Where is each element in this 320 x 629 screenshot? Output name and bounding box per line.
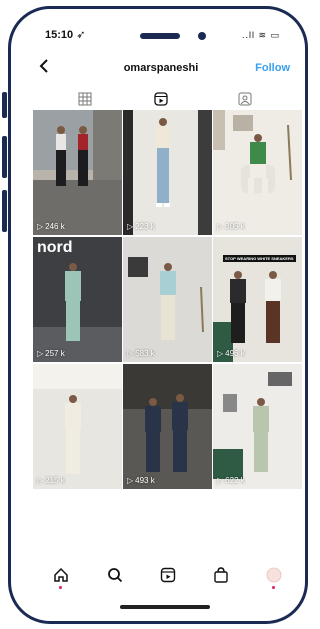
play-icon: ▷ bbox=[37, 349, 44, 358]
reel-views-count: 246 k bbox=[45, 222, 65, 231]
reel-thumbnail[interactable]: STOP WEARING WHITE SNEAKERS ▷ 496 k bbox=[213, 237, 302, 362]
reels-icon bbox=[154, 92, 168, 106]
reel-views: ▷ 246 k bbox=[37, 222, 65, 231]
home-indicator bbox=[120, 605, 210, 609]
play-icon: ▷ bbox=[37, 476, 44, 485]
reel-views-count: 215 k bbox=[45, 476, 65, 485]
dynamic-island bbox=[140, 33, 180, 39]
reel-views-count: 223 k bbox=[135, 222, 155, 231]
reel-views: ▷ 215 k bbox=[37, 476, 65, 485]
reel-thumbnail[interactable]: ▷ 223 k bbox=[123, 110, 212, 235]
reel-views-count: 493 k bbox=[135, 476, 155, 485]
reel-views-count: 583 k bbox=[135, 349, 155, 358]
status-time: 15:10 ➶ bbox=[45, 29, 86, 41]
profile-avatar-icon bbox=[266, 567, 282, 583]
grid-icon bbox=[78, 92, 92, 106]
reel-views: ▷ 496 k bbox=[217, 349, 245, 358]
nav-home[interactable] bbox=[50, 564, 72, 589]
reel-views-count: 622 k bbox=[225, 476, 245, 485]
phone-side-button bbox=[2, 92, 7, 118]
reel-views: ▷ 583 k bbox=[127, 349, 155, 358]
phone-screen: 15:10 ➶ ..ll ≋ ▭ omarspaneshi Follow ▷ 2… bbox=[20, 18, 302, 618]
play-icon: ▷ bbox=[37, 222, 44, 231]
shop-icon bbox=[214, 567, 228, 583]
reel-views: ▷ 305 k bbox=[217, 222, 245, 231]
tagged-icon bbox=[238, 92, 252, 106]
play-icon: ▷ bbox=[127, 476, 134, 485]
play-icon: ▷ bbox=[127, 349, 134, 358]
status-icons: ..ll ≋ ▭ bbox=[241, 30, 280, 40]
reel-views-count: 257 k bbox=[45, 349, 65, 358]
play-icon: ▷ bbox=[127, 222, 134, 231]
profile-header: omarspaneshi Follow bbox=[20, 58, 302, 80]
reel-views: ▷ 493 k bbox=[127, 476, 155, 485]
reel-thumbnail[interactable]: ▷ 305 k bbox=[213, 110, 302, 235]
reel-thumbnail[interactable]: ▷ 246 k bbox=[33, 110, 122, 235]
camera-dot bbox=[198, 32, 206, 40]
play-icon: ▷ bbox=[217, 476, 224, 485]
reel-thumbnail[interactable]: ▷ 215 k bbox=[33, 364, 122, 489]
reels-icon bbox=[160, 567, 176, 583]
home-icon bbox=[54, 567, 68, 582]
reel-views: ▷ 257 k bbox=[37, 349, 65, 358]
reel-thumbnail[interactable]: ▷ 493 k bbox=[123, 364, 212, 489]
nav-reels[interactable] bbox=[157, 564, 179, 586]
profile-tabs bbox=[20, 88, 302, 111]
reel-views-count: 496 k bbox=[225, 349, 245, 358]
reel-thumbnail[interactable]: nord ▷ 257 k bbox=[33, 237, 122, 362]
play-icon: ▷ bbox=[217, 222, 224, 231]
reel-thumbnail[interactable]: ▷ 583 k bbox=[123, 237, 212, 362]
reel-overlay-text: nord bbox=[37, 239, 73, 256]
phone-side-button bbox=[2, 136, 7, 178]
nav-profile[interactable] bbox=[263, 564, 285, 589]
nav-shop[interactable] bbox=[210, 564, 232, 586]
reel-overlay-text: STOP WEARING WHITE SNEAKERS bbox=[223, 255, 296, 262]
status-bar: 15:10 ➶ ..ll ≋ ▭ bbox=[20, 28, 302, 44]
reel-views: ▷ 223 k bbox=[127, 222, 155, 231]
bottom-nav bbox=[20, 560, 302, 590]
play-icon: ▷ bbox=[217, 349, 224, 358]
follow-button[interactable]: Follow bbox=[255, 62, 290, 74]
reel-views: ▷ 622 k bbox=[217, 476, 245, 485]
tab-tagged[interactable] bbox=[200, 88, 290, 110]
nav-search[interactable] bbox=[104, 564, 126, 586]
reel-views-count: 305 k bbox=[225, 222, 245, 231]
phone-side-button bbox=[2, 190, 7, 232]
reel-thumbnail[interactable]: ▷ 622 k bbox=[213, 364, 302, 489]
search-icon bbox=[108, 568, 123, 583]
notification-dot bbox=[272, 586, 275, 589]
notification-dot bbox=[59, 586, 62, 589]
tab-reels[interactable] bbox=[116, 88, 206, 110]
